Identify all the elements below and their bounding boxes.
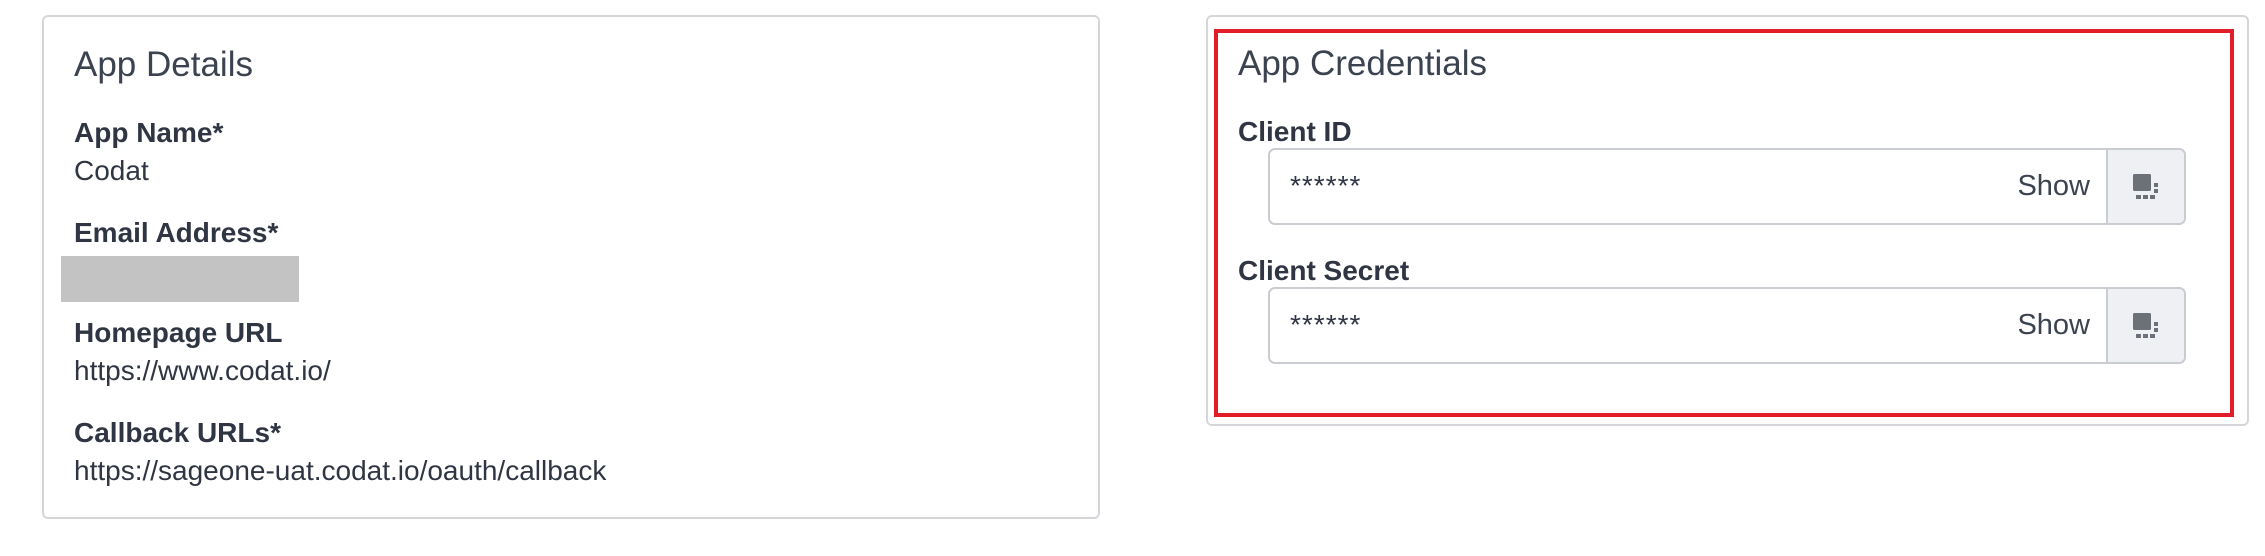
client-secret-copy-button[interactable] <box>2106 289 2184 362</box>
callback-urls-value: https://sageone-uat.codat.io/oauth/callb… <box>74 455 607 486</box>
client-id-masked-value: ****** <box>1290 170 1362 201</box>
app-name-value: Codat <box>74 155 149 186</box>
app-name-label: App Name* <box>74 117 224 148</box>
app-details-title: App Details <box>74 45 253 84</box>
client-secret-field: ****** Show <box>1268 287 2186 364</box>
email-address-label: Email Address* <box>74 217 279 248</box>
homepage-url-value: https://www.codat.io/ <box>74 355 331 386</box>
email-address-redacted-value <box>61 256 299 302</box>
client-secret-label: Client Secret <box>1238 255 1410 286</box>
client-secret-show-toggle[interactable]: Show <box>2017 311 2090 340</box>
copy-to-clipboard-icon <box>2133 312 2158 338</box>
client-id-show-toggle[interactable]: Show <box>2017 172 2090 201</box>
client-id-label: Client ID <box>1238 116 1352 147</box>
client-id-copy-button[interactable] <box>2106 150 2184 223</box>
client-secret-masked-value: ****** <box>1290 309 1362 340</box>
app-credentials-title: App Credentials <box>1238 44 1488 83</box>
callback-urls-label: Callback URLs* <box>74 417 281 448</box>
homepage-url-label: Homepage URL <box>74 317 283 348</box>
client-id-field: ****** Show <box>1268 148 2186 225</box>
copy-to-clipboard-icon <box>2133 173 2158 199</box>
